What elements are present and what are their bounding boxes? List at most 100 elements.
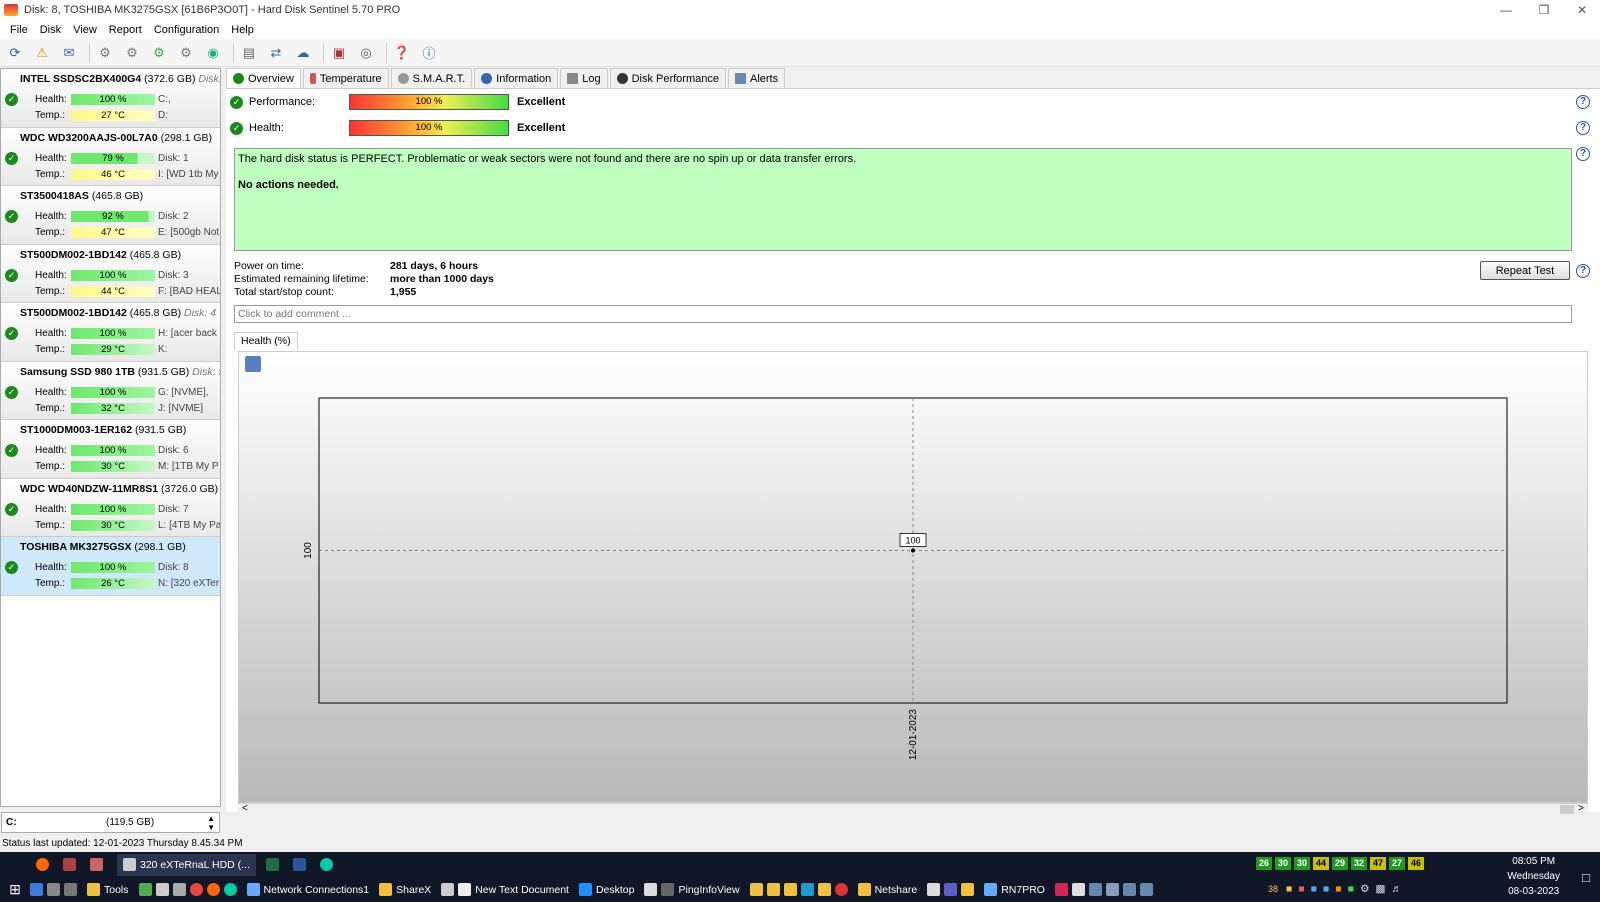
close-button[interactable]: ✕: [1564, 0, 1600, 20]
tab-log[interactable]: Log: [560, 68, 608, 88]
tab-temperature[interactable]: Temperature: [302, 68, 389, 88]
help-icon[interactable]: ❓: [391, 42, 413, 64]
document-icon[interactable]: [644, 883, 658, 896]
folder-icon[interactable]: [961, 883, 975, 896]
search-icon[interactable]: [1105, 883, 1119, 896]
tab-disk-performance[interactable]: Disk Performance: [609, 68, 726, 88]
folder-icon[interactable]: [783, 883, 797, 896]
tray-icon[interactable]: ■: [1348, 883, 1354, 895]
tray-icon[interactable]: ■: [1335, 883, 1341, 895]
tray-temp[interactable]: 46: [1408, 857, 1424, 870]
tab-information[interactable]: Information: [474, 68, 559, 88]
menu-view[interactable]: View: [67, 24, 103, 36]
sync-icon[interactable]: ⇄: [265, 42, 287, 64]
minimize-button[interactable]: —: [1488, 0, 1524, 20]
app-icon[interactable]: [1139, 883, 1153, 896]
task-hdd[interactable]: 320 eXTeRnaL HDD (...: [117, 853, 256, 876]
app-icon[interactable]: [834, 883, 848, 896]
app-icon[interactable]: [1122, 883, 1136, 896]
restore-button[interactable]: ❐: [1526, 0, 1562, 20]
edge-icon[interactable]: [319, 858, 333, 871]
warning-icon[interactable]: ⚠: [31, 42, 53, 64]
app-icon[interactable]: [138, 883, 152, 896]
document-icon[interactable]: [927, 883, 941, 896]
app-icon[interactable]: [800, 883, 814, 896]
menu-report[interactable]: Report: [103, 24, 148, 36]
tab-alerts[interactable]: Alerts: [727, 68, 786, 88]
app-icon[interactable]: [47, 883, 60, 896]
disk-item-1[interactable]: WDC WD3200AAJS-00L7A0 (298.1 GB) ✓ Healt…: [1, 127, 220, 186]
gear-icon[interactable]: ⚙: [1360, 883, 1369, 895]
disk-item-5[interactable]: Samsung SSD 980 1TB (931.5 GB) Disk: 5 ✓…: [1, 361, 220, 420]
tray-number[interactable]: 38: [1268, 884, 1278, 894]
clock[interactable]: 08:05 PM Wednesday 08-03-2023: [1507, 854, 1560, 899]
test-icon[interactable]: ⚙: [94, 42, 116, 64]
scroll-left-icon[interactable]: <: [242, 803, 248, 814]
task-pinginfoview[interactable]: PingInfoView: [661, 883, 740, 896]
tray-temp[interactable]: 27: [1389, 857, 1405, 870]
search-icon[interactable]: [30, 883, 43, 896]
chrome-icon[interactable]: [189, 883, 203, 896]
surface-test-icon[interactable]: ⚙: [175, 42, 197, 64]
volume-icon[interactable]: ♬: [1391, 883, 1402, 895]
repeat-test-button[interactable]: Repeat Test: [1480, 261, 1570, 280]
app-icon[interactable]: [64, 883, 77, 896]
tray-temp[interactable]: 30: [1294, 857, 1310, 870]
folder-icon[interactable]: [749, 883, 763, 896]
tray-temp[interactable]: 44: [1313, 857, 1329, 870]
network-icon[interactable]: ▩: [1376, 883, 1386, 895]
word-icon[interactable]: [292, 858, 306, 871]
refresh-icon[interactable]: ⟳: [4, 42, 26, 64]
folder-icon[interactable]: [817, 883, 831, 896]
chart-scrollbar[interactable]: < >: [238, 803, 1588, 815]
disk-item-2[interactable]: ST3500418AS (465.8 GB) ✓ Health: 92 % Di…: [1, 186, 220, 245]
short-test-icon[interactable]: ⚙: [121, 42, 143, 64]
spin-arrows-icon[interactable]: ▲ ▼: [207, 814, 215, 832]
excel-icon[interactable]: [265, 858, 279, 871]
tray-icon[interactable]: ■: [1323, 883, 1329, 895]
menu-disk[interactable]: Disk: [34, 24, 67, 36]
disk-item-7[interactable]: WDC WD40NDZW-11MR8S1 (3726.0 GB) ✓ Healt…: [1, 478, 220, 537]
menu-file[interactable]: File: [4, 24, 34, 36]
app-icon[interactable]: [63, 858, 76, 871]
scroll-thumb[interactable]: [1560, 805, 1574, 814]
app-icon[interactable]: [155, 883, 169, 896]
report-icon[interactable]: ▤: [238, 42, 260, 64]
disk-item-6[interactable]: ST1000DM003-1ER162 (931.5 GB) ✓ Health: …: [1, 420, 220, 479]
tray-temp[interactable]: 29: [1332, 857, 1348, 870]
tray-temp[interactable]: 26: [1256, 857, 1272, 870]
subtab-health[interactable]: Health (%): [234, 332, 298, 350]
app-icon[interactable]: [172, 883, 186, 896]
task-network-connections[interactable]: Network Connections1: [246, 883, 369, 896]
help-icon[interactable]: ?: [1576, 95, 1590, 109]
tray-temp[interactable]: 30: [1275, 857, 1291, 870]
teams-icon[interactable]: [944, 883, 958, 896]
app-icon[interactable]: [441, 883, 455, 896]
info-icon[interactable]: ⓘ: [418, 42, 440, 64]
menu-configuration[interactable]: Configuration: [148, 24, 225, 36]
tray-icon[interactable]: ■: [1311, 883, 1317, 895]
document-icon[interactable]: [1071, 883, 1085, 896]
extended-test-icon[interactable]: ⚙: [148, 42, 170, 64]
task-tools[interactable]: Tools: [87, 883, 129, 896]
tray-icon[interactable]: ■: [1298, 883, 1304, 895]
save-icon[interactable]: [245, 356, 261, 372]
scroll-right-icon[interactable]: >: [1578, 803, 1584, 814]
disk-item-3[interactable]: ST500DM002-1BD142 (465.8 GB) ✓ Health: 1…: [1, 244, 220, 303]
indesign-icon[interactable]: [1054, 883, 1068, 896]
settings-icon[interactable]: ▣: [328, 42, 350, 64]
help-icon[interactable]: ?: [1576, 147, 1590, 161]
task-sharex[interactable]: ShareX: [379, 883, 431, 896]
app-icon[interactable]: [90, 858, 103, 871]
globe-icon[interactable]: ◉: [202, 42, 224, 64]
tray-temp[interactable]: 32: [1351, 857, 1367, 870]
disk-item-0[interactable]: INTEL SSDSC2BX400G4 (372.6 GB) Disk: 0 ✓…: [1, 69, 220, 128]
task-desktop[interactable]: Desktop: [578, 883, 634, 896]
drive-selector[interactable]: C: (119.5 GB) ▲ ▼: [1, 812, 220, 833]
firefox-icon[interactable]: [206, 883, 220, 896]
disk-item-8[interactable]: TOSHIBA MK3275GSX (298.1 GB) ✓ Health: 1…: [1, 537, 220, 596]
help-icon[interactable]: ?: [1576, 264, 1590, 278]
firefox-icon[interactable]: [36, 858, 49, 871]
tab-overview[interactable]: Overview: [226, 68, 301, 88]
network-icon[interactable]: ☁: [292, 42, 314, 64]
